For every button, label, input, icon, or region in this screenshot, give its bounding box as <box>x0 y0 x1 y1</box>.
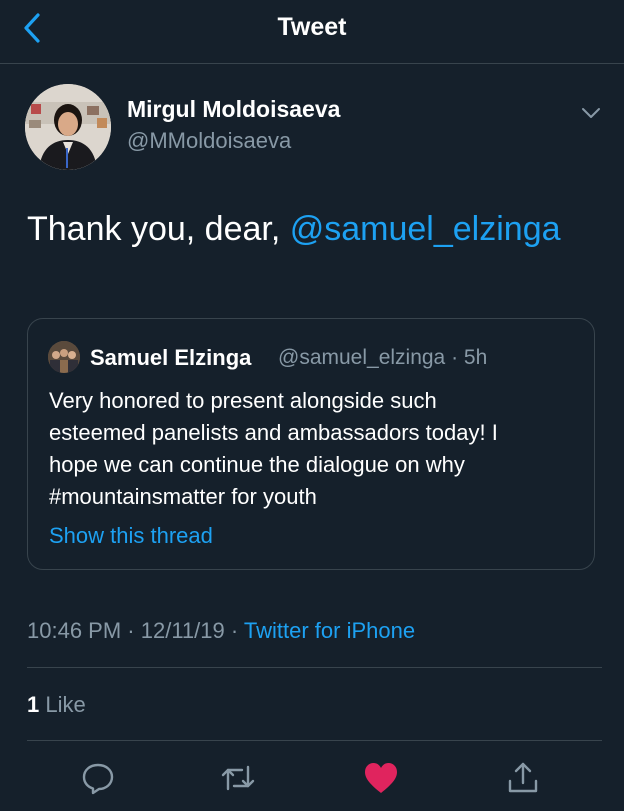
retweet-icon <box>221 765 255 791</box>
quoted-text-line: esteemed panelists and ambassadors today… <box>49 420 498 445</box>
like-count: 1 <box>27 692 40 717</box>
separator: · <box>121 618 141 643</box>
author-avatar[interactable] <box>25 84 111 170</box>
like-button[interactable] <box>361 758 401 798</box>
divider <box>27 667 602 668</box>
tweet-details: 10:46 PM · 12/11/19 · Twitter for iPhone <box>27 618 415 644</box>
quoted-author-name: Samuel Elzinga <box>90 345 252 370</box>
quoted-author-avatar <box>48 341 80 373</box>
author-name[interactable]: Mirgul Moldoisaeva <box>127 96 340 123</box>
reply-button[interactable] <box>78 758 118 798</box>
tweet-text: Thank you, dear, @samuel_elzinga <box>27 210 561 249</box>
show-thread-link[interactable]: Show this thread <box>49 523 213 549</box>
like-label: Like <box>39 692 86 717</box>
top-bar: Tweet <box>0 0 624 64</box>
tweet-detail-screen: Tweet Mirgul Moldoisaeva @MMoldoisaeva T… <box>0 0 624 811</box>
quoted-tweet-text: Very honored to present alongside such e… <box>49 385 579 513</box>
quoted-text-line: hope we can continue the dialogue on why <box>49 452 465 477</box>
mention-link[interactable]: @samuel_elzinga <box>290 210 561 248</box>
quoted-author-meta: @samuel_elzinga · 5h <box>278 346 488 369</box>
reply-icon <box>82 763 114 795</box>
quoted-tweet-card[interactable]: Samuel Elzinga @samuel_elzinga · 5h Very… <box>27 318 595 570</box>
quoted-text-line: Very honored to present alongside such <box>49 388 437 413</box>
heart-icon <box>365 763 397 793</box>
share-icon <box>508 762 538 793</box>
likes-summary[interactable]: 1 Like <box>27 692 86 718</box>
share-button[interactable] <box>503 758 543 798</box>
tweet-text-body: Thank you, dear, <box>27 210 290 248</box>
divider <box>27 740 602 741</box>
tweet-date: 12/11/19 <box>140 618 225 643</box>
chevron-down-icon <box>582 108 600 118</box>
tweet-menu-button[interactable] <box>576 100 606 126</box>
quoted-text-line: #mountainsmatter for youth <box>49 484 317 509</box>
page-title: Tweet <box>277 13 347 41</box>
retweet-button[interactable] <box>218 758 258 798</box>
separator: · <box>224 618 244 643</box>
source-link[interactable]: Twitter for iPhone <box>244 618 415 643</box>
author-handle[interactable]: @MMoldoisaeva <box>127 128 291 154</box>
tweet-time: 10:46 PM <box>27 618 122 643</box>
